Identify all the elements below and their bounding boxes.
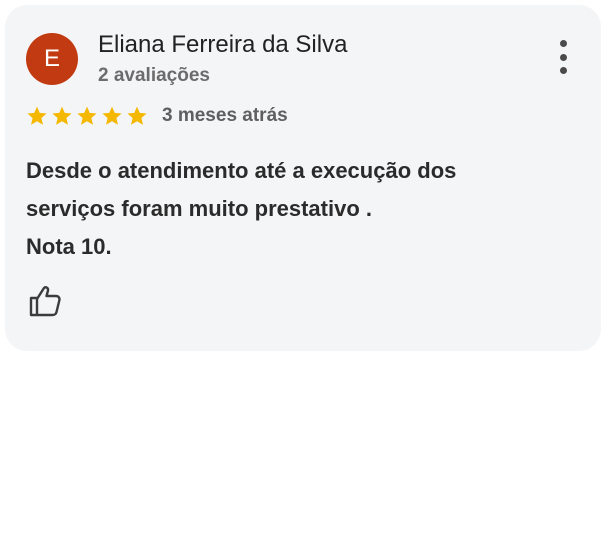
rating-row: 3 meses atrás — [26, 105, 288, 127]
menu-dot — [559, 40, 567, 47]
reviewer-review-count: 2 avaliações — [98, 65, 210, 86]
thumbs-up-icon[interactable] — [27, 283, 63, 319]
review-time: 3 meses atrás — [162, 105, 288, 126]
menu-dot — [559, 67, 567, 74]
menu-dot — [559, 53, 567, 61]
star-icon — [77, 106, 97, 125]
review-text-line: serviços foram muito prestativo . — [26, 196, 372, 221]
review-card: E Eliana Ferreira da Silva 2 avaliações … — [5, 5, 601, 351]
star-icon — [127, 106, 147, 125]
star-icon — [27, 106, 47, 125]
review-text: Desde o atendimento até a execução dos s… — [26, 152, 566, 266]
star-icon — [102, 106, 122, 125]
star-rating — [26, 105, 148, 127]
review-text-line: Nota 10. — [26, 234, 112, 259]
more-options-icon[interactable] — [553, 40, 573, 74]
review-text-line: Desde o atendimento até a execução dos — [26, 158, 457, 183]
avatar-letter: E — [43, 45, 60, 72]
reviewer-name[interactable]: Eliana Ferreira da Silva — [98, 31, 347, 59]
avatar[interactable]: E — [26, 33, 78, 85]
star-icon — [52, 106, 72, 125]
